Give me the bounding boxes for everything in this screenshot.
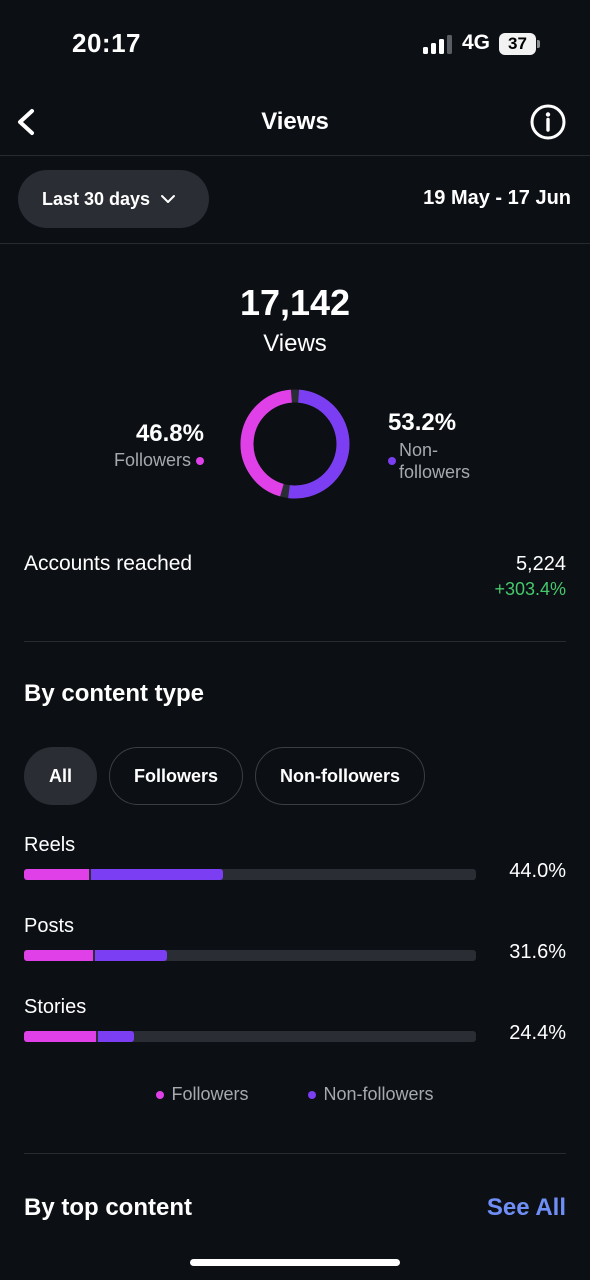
battery-icon: 37 — [499, 33, 540, 55]
donut-followers-segment — [240, 389, 293, 497]
accounts-reached-label: Accounts reached — [24, 552, 193, 575]
content-type-bar — [24, 869, 476, 880]
content-type-bar — [24, 1031, 476, 1042]
accounts-reached-value: 5,224 — [515, 553, 566, 575]
bar-followers-segment — [24, 950, 93, 961]
date-range-dropdown[interactable]: Last 30 days — [18, 170, 209, 228]
legend-nonfollowers-label: Non-followers — [323, 1084, 434, 1104]
signal-icon — [423, 34, 453, 54]
network-type: 4G — [462, 31, 491, 54]
legend-nonfollowers: Non-followers — [308, 1084, 434, 1105]
bar-followers-segment — [24, 1031, 96, 1042]
legend-nonfollowers-dot — [308, 1090, 317, 1099]
info-icon — [530, 104, 566, 140]
battery-level: 37 — [499, 33, 536, 55]
content-type-percentage: 24.4% — [509, 1022, 566, 1044]
filter-chip-followers[interactable]: Followers — [109, 747, 244, 805]
content-type-title: By content type — [24, 680, 205, 707]
page-title: Views — [261, 108, 329, 135]
followers-stat: 46.8% Followers — [114, 420, 204, 471]
top-content-title: By top content — [24, 1194, 192, 1221]
nonfollowers-label: Non-followers — [399, 440, 471, 482]
date-range-text: 19 May - 17 Jun — [423, 187, 571, 209]
content-type-bar — [24, 950, 476, 961]
filter-chip-all[interactable]: All — [24, 747, 98, 805]
header: Views — [0, 90, 590, 156]
total-views: 17,142 — [239, 282, 351, 323]
content-type-percentage: 44.0% — [509, 860, 566, 882]
see-all-link[interactable]: See All — [487, 1194, 566, 1222]
home-indicator — [190, 1259, 400, 1266]
bar-nonfollowers-segment — [91, 869, 223, 880]
views-label: Views — [263, 330, 327, 357]
nonfollowers-stat: 53.2% Non-followers — [388, 409, 489, 483]
info-button[interactable] — [528, 102, 568, 142]
views-donut-chart — [240, 389, 350, 499]
content-type-label: Stories — [24, 996, 87, 1018]
accounts-reached-row: Accounts reached 5,224 +303.4% — [24, 552, 566, 642]
followers-label: Followers — [113, 450, 191, 470]
bar-nonfollowers-segment — [95, 950, 167, 961]
followers-dot — [196, 456, 204, 465]
content-type-percentage: 31.6% — [509, 941, 566, 963]
followers-percentage: 46.8% — [135, 420, 204, 447]
filter-chip-nonfollowers[interactable]: Non-followers — [255, 747, 426, 805]
bar-followers-segment — [24, 869, 89, 880]
content-type-label: Posts — [24, 915, 75, 937]
content-type-row-posts: Posts 31.6% — [24, 915, 566, 985]
content-type-label: Reels — [24, 834, 76, 856]
date-filter-row: Last 30 days 19 May - 17 Jun — [0, 156, 590, 244]
nonfollowers-percentage: 53.2% — [388, 409, 457, 436]
date-range-label: Last 30 days — [42, 188, 151, 209]
accounts-reached-change: +303.4% — [494, 579, 566, 599]
legend-followers-dot — [156, 1090, 165, 1099]
status-time: 20:17 — [72, 28, 141, 58]
content-filter-chips: All Followers Non-followers — [24, 747, 426, 805]
content-type-row-stories: Stories 24.4% — [24, 996, 566, 1066]
content-type-row-reels: Reels 44.0% — [24, 834, 566, 904]
section-divider — [24, 1153, 566, 1154]
bar-nonfollowers-segment — [98, 1031, 134, 1042]
legend-followers: Followers — [156, 1084, 248, 1105]
legend-followers-label: Followers — [171, 1084, 249, 1104]
chevron-down-icon — [161, 195, 176, 203]
status-bar: 20:17 4G 37 — [0, 0, 590, 90]
nonfollowers-dot — [388, 457, 396, 465]
donut-nonfollowers-segment — [288, 389, 350, 499]
chart-legend: Followers Non-followers — [0, 1084, 590, 1105]
